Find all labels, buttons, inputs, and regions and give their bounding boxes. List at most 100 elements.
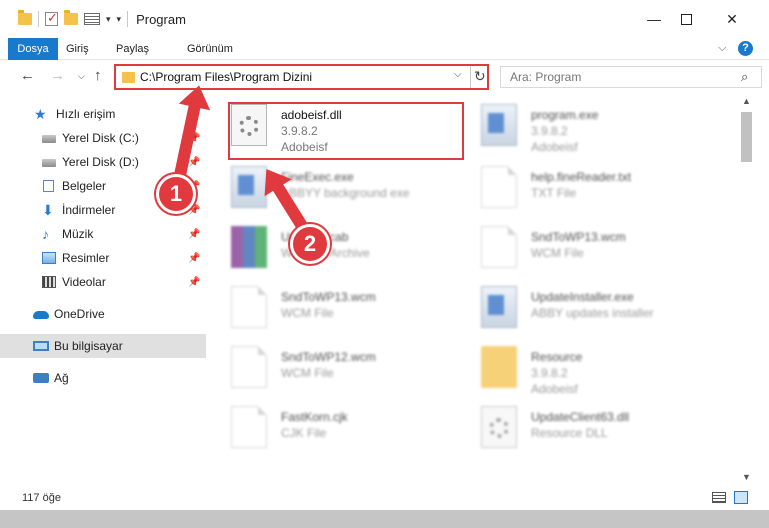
file-name: FastKorn.cjk <box>281 410 348 424</box>
list-item[interactable]: Resource 3.9.8.2 Adobeisf <box>461 340 711 396</box>
sidebar-item-label: İndirmeler <box>62 203 116 217</box>
navigation-bar: ← → ⌵ ↑ C:\Program Files\Program Dizini … <box>0 60 769 94</box>
address-path[interactable]: C:\Program Files\Program Dizini <box>140 70 312 84</box>
sidebar-item-onedrive[interactable]: OneDrive <box>0 302 206 326</box>
list-item[interactable]: FineExec.exe ABBYY background exe <box>211 160 461 214</box>
file-description: Adobeisf <box>531 140 578 154</box>
folder-icon <box>122 72 135 83</box>
pin-icon[interactable]: 📌 <box>188 229 200 240</box>
file-icon <box>231 346 267 388</box>
navigation-pane: ★ Hızlı erişim Yerel Disk (C:) 📌 Yerel D… <box>0 94 206 486</box>
scroll-up-icon[interactable]: ▲ <box>742 96 751 106</box>
search-icon: ⌕ <box>741 69 749 84</box>
title-bar: ▾ ▾ Program — ✕ <box>0 0 769 38</box>
vertical-scrollbar[interactable]: ▲ ▼ <box>738 94 755 486</box>
list-item[interactable]: UpdateInstaller.exe ABBY updates install… <box>461 280 711 334</box>
scrollbar-thumb[interactable] <box>741 112 752 162</box>
file-name: Resource <box>531 350 583 364</box>
file-highlight-box <box>228 102 464 160</box>
file-type: WCM File <box>281 366 334 380</box>
sidebar-item-label: Resimler <box>62 251 110 265</box>
help-icon[interactable]: ? <box>738 41 753 56</box>
ribbon-expand-icon[interactable]: ⌵ <box>718 42 726 55</box>
maximize-button[interactable] <box>663 0 709 38</box>
exe-icon <box>481 104 517 146</box>
documents-icon <box>43 180 54 192</box>
list-item[interactable]: Updates.cab WinRAR Archive <box>211 220 461 274</box>
file-name: UpdateInstaller.exe <box>531 290 634 304</box>
back-button[interactable]: ← <box>20 67 35 84</box>
list-item[interactable]: SndToWP12.wcm WCM File <box>211 340 461 394</box>
list-item[interactable]: SndToWP13.wcm WCM File <box>461 220 711 274</box>
file-icon <box>481 226 517 268</box>
large-icons-view-icon[interactable] <box>734 491 748 504</box>
sidebar-item-this-pc[interactable]: Bu bilgisayar <box>0 334 206 358</box>
file-list: adobeisf.dll 3.9.8.2 Adobeisf program.ex… <box>206 94 738 486</box>
list-item[interactable]: program.exe 3.9.8.2 Adobeisf <box>461 98 711 154</box>
pictures-icon <box>42 252 56 264</box>
item-count: 117 öğe <box>22 492 61 504</box>
file-type: TXT File <box>531 186 577 200</box>
file-type: WCM File <box>281 306 334 320</box>
close-button[interactable]: ✕ <box>709 0 755 38</box>
network-icon <box>33 373 49 383</box>
address-divider <box>470 66 471 88</box>
disk-icon <box>42 159 56 167</box>
file-description: Adobeisf <box>531 382 578 396</box>
scroll-down-icon[interactable]: ▼ <box>742 472 751 482</box>
toolbar-dropdown-icon[interactable]: ▾ <box>117 14 122 25</box>
pin-icon[interactable]: 📌 <box>188 157 200 168</box>
cloud-icon <box>33 311 49 319</box>
sidebar-item-local-disk-c[interactable]: Yerel Disk (C:) 📌 <box>0 126 206 150</box>
list-item[interactable]: help.fineReader.txt TXT File <box>461 160 711 214</box>
address-dropdown-icon[interactable]: ⌵ <box>454 69 462 80</box>
sidebar-item-label: Hızlı erişim <box>56 107 116 121</box>
sidebar-item-label: Belgeler <box>62 179 107 193</box>
window-title: Program <box>136 11 186 27</box>
refresh-icon[interactable]: ↻ <box>474 68 486 85</box>
sidebar-item-label: Ağ <box>54 371 69 385</box>
forward-button[interactable]: → <box>50 67 65 84</box>
tab-share[interactable]: Paylaş <box>116 38 149 60</box>
up-button[interactable]: ↑ <box>94 67 102 84</box>
file-version: 3.9.8.2 <box>531 366 568 380</box>
list-item[interactable]: SndToWP13.wcm WCM File <box>211 280 461 334</box>
properties-check-icon[interactable] <box>45 10 58 26</box>
address-bar[interactable]: C:\Program Files\Program Dizini ⌵ ↻ <box>114 64 489 90</box>
sidebar-item-label: Yerel Disk (C:) <box>62 131 139 145</box>
file-type: CJK File <box>281 426 327 440</box>
file-icon <box>231 286 267 328</box>
videos-icon <box>42 276 56 288</box>
pin-icon[interactable]: 📌 <box>188 277 200 288</box>
file-type: ABBY updates installer <box>531 306 654 320</box>
star-icon: ★ <box>34 106 47 122</box>
window-bottom-edge <box>0 510 769 528</box>
sidebar-item-label: Yerel Disk (D:) <box>62 155 139 169</box>
music-icon: ♪ <box>42 226 49 242</box>
recent-locations-icon[interactable]: ⌵ <box>78 71 85 82</box>
new-folder-icon[interactable] <box>64 10 78 25</box>
list-item[interactable]: UpdateClient63.dll Resource DLL <box>461 400 711 454</box>
chevron-down-icon[interactable]: ▾ <box>106 14 111 25</box>
sidebar-item-label: Müzik <box>62 227 94 241</box>
search-input[interactable]: Ara: Program ⌕ <box>500 66 762 88</box>
toolbar-divider <box>127 11 129 27</box>
quick-access-toolbar: ▾ ▾ <box>18 10 129 27</box>
folder-icon <box>481 346 517 388</box>
tab-view[interactable]: Görünüm <box>187 38 233 60</box>
sidebar-item-videos[interactable]: Videolar 📌 <box>0 270 206 294</box>
details-view-icon[interactable] <box>712 492 726 503</box>
folder-icon[interactable] <box>18 10 32 25</box>
sidebar-item-label: Videolar <box>62 275 106 289</box>
list-item[interactable]: FastKorn.cjk CJK File <box>211 400 461 454</box>
pin-icon[interactable]: 📌 <box>188 253 200 264</box>
sidebar-item-music[interactable]: ♪ Müzik 📌 <box>0 222 206 246</box>
sidebar-item-pictures[interactable]: Resimler 📌 <box>0 246 206 270</box>
sidebar-item-quick-access[interactable]: ★ Hızlı erişim <box>0 102 206 126</box>
tab-file[interactable]: Dosya <box>8 38 58 60</box>
tab-home[interactable]: Giriş <box>66 38 89 60</box>
file-icon <box>231 406 267 448</box>
sidebar-item-network[interactable]: Ağ <box>0 366 206 390</box>
customize-view-icon[interactable] <box>84 13 100 25</box>
file-name: help.fineReader.txt <box>531 170 632 184</box>
